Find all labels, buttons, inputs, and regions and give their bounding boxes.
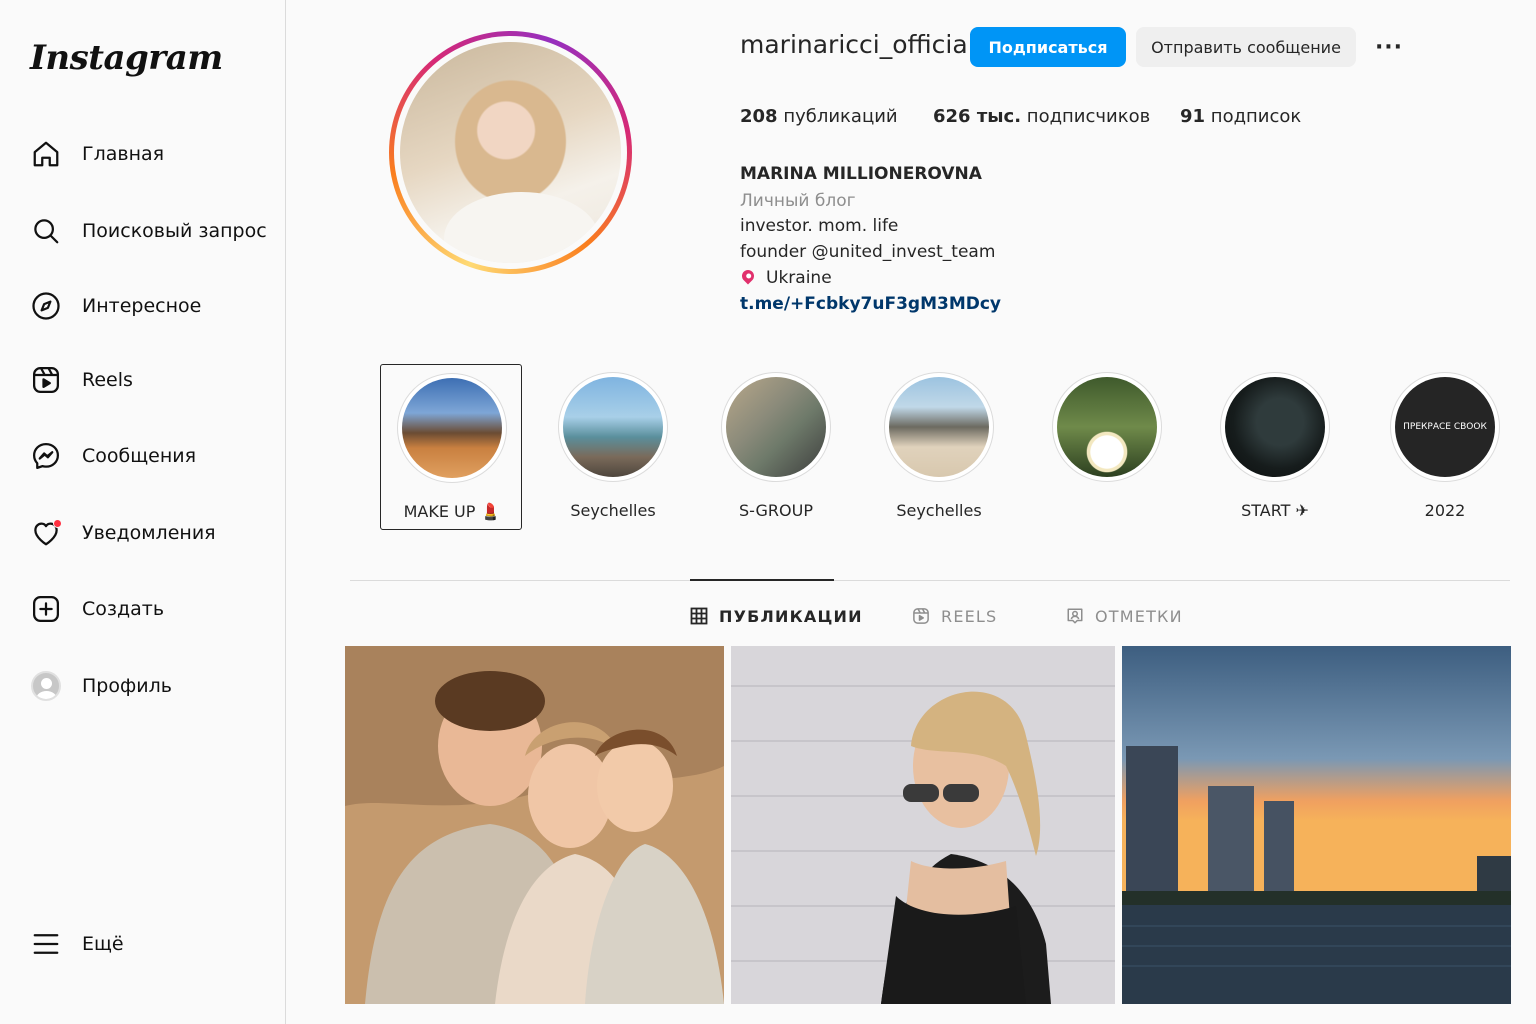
sidebar-item-label: Поисковый запрос [82,220,267,242]
sidebar-item-label: Уведомления [82,522,216,544]
home-icon [30,138,62,170]
stat-followers[interactable]: 626 тыс. подписчиков [933,106,1150,127]
follow-button[interactable]: Подписаться [970,27,1126,67]
highlight-seychelles-2[interactable]: Seychelles [868,364,1010,530]
stat-posts-label: публикаций [783,106,898,127]
highlight-label: Seychelles [570,501,656,520]
plus-square-icon [30,593,62,625]
stat-posts-count: 208 [740,106,778,127]
messenger-icon [30,440,62,472]
post-thumbnail[interactable] [1122,646,1511,1004]
highlight-2022[interactable]: ПРЕКРАСЕ СВООК 2022 [1374,364,1516,530]
highlight-seychelles[interactable]: Seychelles [542,364,684,530]
highlight-cover-text: ПРЕКРАСЕ СВООК [1403,422,1487,432]
highlight-start[interactable]: START ✈ [1204,364,1346,530]
highlight-label: Seychelles [896,501,982,520]
highlight-cover [563,377,663,477]
instagram-logo[interactable]: Instagram [30,38,223,78]
sidebar-item-more[interactable]: Ещё [30,920,270,968]
bio-link[interactable]: t.me/+Fcbky7uF3gM3MDcy [740,294,1001,314]
sidebar: Instagram Главная Поисковый запрос Интер… [0,0,286,1024]
sidebar-item-explore[interactable]: Интересное [30,282,270,330]
highlight-cover [402,378,502,478]
tab-label: REELS [941,606,998,626]
bio-text-line: founder @united_invest_team [740,242,996,262]
highlight-label: S-GROUP [739,501,813,520]
highlight-label: START ✈ [1241,501,1309,520]
reels-icon [30,364,62,396]
post-image-woman-wall [731,646,1115,1004]
location-pin-icon [739,267,757,285]
highlight-s-group[interactable]: S-GROUP [705,364,847,530]
tagged-user-icon [1066,607,1084,625]
compass-icon [30,290,62,322]
profile-avatar [400,42,621,263]
sidebar-item-label: Профиль [82,675,172,697]
profile-avatar-story-ring[interactable] [389,31,632,274]
highlight-makeup[interactable]: MAKE UP 💄 [380,364,522,530]
stat-following-label: подписок [1210,106,1302,127]
notification-dot [53,519,62,528]
highlight-cover [1057,377,1157,477]
post-thumbnail[interactable] [345,646,724,1004]
reels-icon [912,607,930,625]
highlight-cover [1225,377,1325,477]
instagram-profile-page: Instagram Главная Поисковый запрос Интер… [0,0,1536,1024]
sidebar-item-label: Создать [82,598,165,620]
tabs-divider [350,580,1510,581]
stat-followers-count: 626 тыс. [933,106,1022,127]
highlight-cover [889,377,989,477]
grid-icon [690,607,708,625]
profile-username: marinaricci_official [740,30,975,59]
tab-label: ОТМЕТКИ [1095,606,1183,626]
sidebar-item-reels[interactable]: Reels [30,356,270,404]
tab-label: ПУБЛИКАЦИИ [719,606,863,626]
sidebar-item-create[interactable]: Создать [30,585,270,633]
tab-posts[interactable]: ПУБЛИКАЦИИ [690,604,863,628]
tab-reels[interactable]: REELS [912,604,997,628]
sidebar-item-notifications[interactable]: Уведомления [30,509,270,557]
sidebar-item-label: Ещё [82,933,124,955]
heart-icon [30,517,62,549]
sidebar-item-home[interactable]: Главная [30,130,270,178]
sidebar-item-label: Сообщения [82,445,197,467]
stat-followers-label: подписчиков [1026,106,1151,127]
stat-following-count: 91 [1180,106,1206,127]
stat-posts: 208 публикаций [740,106,898,127]
sidebar-item-search[interactable]: Поисковый запрос [30,207,270,255]
highlight-label: 2022 [1424,501,1466,520]
tab-tagged[interactable]: ОТМЕТКИ [1066,604,1183,628]
stat-following[interactable]: 91 подписок [1180,106,1301,127]
active-tab-indicator [690,579,834,581]
more-options-button[interactable]: ··· [1370,30,1408,64]
sidebar-item-label: Reels [82,369,133,391]
bio-category: Личный блог [740,191,856,211]
post-image-city-sunset [1122,646,1511,1004]
post-thumbnail[interactable] [731,646,1115,1004]
bio-text-line: investor. mom. life [740,216,899,236]
highlight-flowers[interactable] [1036,364,1178,530]
bio-location: Ukraine [739,267,832,288]
avatar-icon [30,670,62,702]
sidebar-item-label: Интересное [82,295,202,317]
sidebar-item-profile[interactable]: Профиль [30,662,270,710]
sidebar-item-label: Главная [82,143,165,165]
send-message-button[interactable]: Отправить сообщение [1136,27,1356,67]
highlight-cover [726,377,826,477]
sidebar-item-messages[interactable]: Сообщения [30,432,270,480]
bio-location-text: Ukraine [766,268,832,288]
highlight-label: MAKE UP 💄 [403,502,501,521]
hamburger-menu-icon [30,928,62,960]
search-icon [30,215,62,247]
bio-full-name: MARINA MILLIONEROVNA [740,164,982,184]
highlight-cover: ПРЕКРАСЕ СВООК [1395,377,1495,477]
post-image-family [345,646,724,1004]
